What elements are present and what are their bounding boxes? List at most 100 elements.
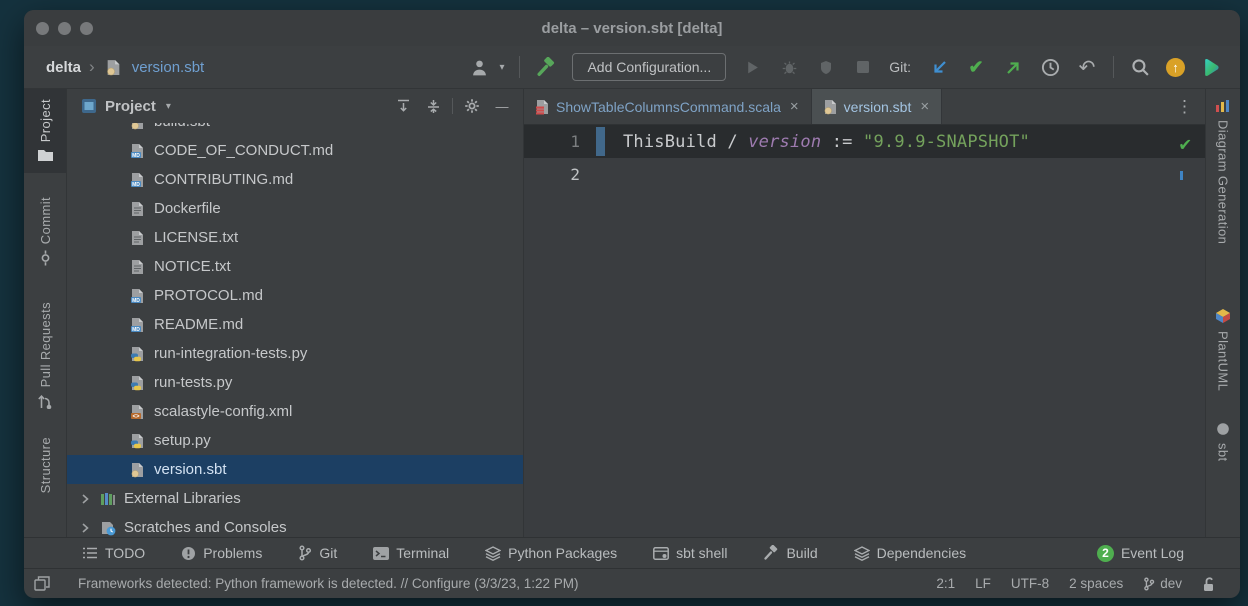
editor-tab-version-sbt[interactable]: version.sbt × (812, 89, 942, 124)
tree-item-external-libraries[interactable]: External Libraries (67, 484, 523, 513)
tree-item[interactable]: build.sbt (67, 123, 523, 136)
tree-item[interactable]: MD CODE_OF_CONDUCT.md (67, 136, 523, 165)
editor-line-2[interactable]: 2 (524, 158, 1205, 191)
breadcrumb-project[interactable]: delta (46, 59, 81, 76)
git-branch-icon (298, 545, 312, 561)
tree-item[interactable]: NOTICE.txt (67, 252, 523, 281)
tab-options-kebab-icon[interactable]: ⋮ (1164, 89, 1205, 124)
code-line[interactable]: ThisBuild / version := "9.9.9-SNAPSHOT" (605, 132, 1030, 152)
tree-item-label: NOTICE.txt (154, 258, 231, 275)
build-hammer-icon[interactable] (535, 56, 557, 78)
chevron-right-icon[interactable] (79, 494, 91, 504)
indent-widget[interactable]: 2 spaces (1069, 576, 1123, 591)
tool-button-python-packages[interactable]: Python Packages (485, 545, 617, 561)
tree-item[interactable]: run-integration-tests.py (67, 339, 523, 368)
writable-lock-icon[interactable] (1202, 576, 1216, 592)
tool-tab-diagram-generation[interactable]: Diagram Generation (1215, 99, 1231, 244)
tree-item-selected[interactable]: version.sbt (67, 455, 523, 484)
chevron-right-icon[interactable] (79, 523, 91, 533)
tree-item-label: README.md (154, 316, 243, 333)
search-everywhere-icon[interactable] (1129, 56, 1151, 78)
project-view-selector[interactable]: Project (105, 98, 156, 115)
editor-tab-label: version.sbt (844, 99, 912, 115)
tree-item[interactable]: LICENSE.txt (67, 223, 523, 252)
hide-panel-icon[interactable]: — (491, 95, 513, 117)
markdown-file-icon: MD (129, 317, 146, 333)
tool-tab-pull-requests[interactable]: Pull Requests (24, 292, 66, 418)
folder-icon (37, 148, 54, 163)
line-separator-widget[interactable]: LF (975, 576, 991, 591)
tree-item[interactable]: setup.py (67, 426, 523, 455)
tool-button-problems[interactable]: Problems (181, 545, 262, 561)
svg-text:MD: MD (132, 297, 140, 303)
run-with-coverage-button[interactable] (815, 56, 837, 78)
status-message[interactable]: Frameworks detected: Python framework is… (78, 576, 578, 591)
git-actions-label: Git: (889, 59, 911, 75)
tool-tab-plantuml[interactable]: PlantUML (1215, 308, 1231, 391)
tool-tab-project[interactable]: Project (24, 89, 66, 173)
user-profile-button[interactable] (468, 56, 490, 78)
tree-item-label: Scratches and Consoles (124, 519, 287, 536)
restore-tool-windows-icon[interactable] (34, 576, 50, 591)
tool-button-build[interactable]: Build (763, 545, 817, 561)
tree-item[interactable]: MD CONTRIBUTING.md (67, 165, 523, 194)
tool-button-sbt-shell[interactable]: sbt shell (653, 545, 727, 561)
collapse-all-icon[interactable] (422, 95, 444, 117)
git-rollback-icon[interactable]: ↶ (1076, 56, 1098, 78)
stop-button[interactable] (852, 56, 874, 78)
tool-button-label: sbt shell (676, 545, 727, 561)
libraries-icon (99, 491, 116, 507)
editor-line-1[interactable]: 1 ThisBuild / version := "9.9.9-SNAPSHOT… (524, 125, 1205, 158)
git-history-clock-icon[interactable] (1039, 56, 1061, 78)
git-commit-icon[interactable]: ✔ (965, 56, 987, 78)
tree-item[interactable]: run-tests.py (67, 368, 523, 397)
xml-file-icon: <> (129, 404, 146, 420)
titlebar: delta – version.sbt [delta] (24, 10, 1240, 46)
close-tab-icon[interactable]: × (920, 98, 929, 115)
tool-button-todo[interactable]: TODO (82, 545, 145, 561)
breadcrumb-file[interactable]: version.sbt (132, 59, 205, 76)
header-divider (452, 98, 453, 114)
tool-tab-label: Project (38, 99, 53, 142)
encoding-widget[interactable]: UTF-8 (1011, 576, 1049, 591)
code-token-keyword: version (748, 132, 821, 152)
tree-item-label: CODE_OF_CONDUCT.md (154, 142, 333, 159)
tree-item-scratches[interactable]: Scratches and Consoles (67, 513, 523, 537)
debug-button[interactable] (778, 56, 800, 78)
run-button[interactable] (741, 56, 763, 78)
tree-item[interactable]: MD PROTOCOL.md (67, 281, 523, 310)
tool-button-dependencies[interactable]: Dependencies (854, 545, 967, 561)
editor-body[interactable]: 1 ThisBuild / version := "9.9.9-SNAPSHOT… (524, 125, 1205, 537)
editor-tab-showtablecolumnscommand[interactable]: ShowTableColumnsCommand.scala × (524, 89, 812, 124)
tool-button-label: Git (319, 545, 337, 561)
scala-file-icon (536, 99, 549, 115)
git-branch-widget[interactable]: dev (1143, 576, 1182, 591)
code-with-me-icon[interactable] (1200, 56, 1222, 78)
inspections-ok-icon[interactable]: ✔ (1180, 133, 1191, 155)
tool-button-git[interactable]: Git (298, 545, 337, 561)
git-push-icon[interactable] (1002, 56, 1024, 78)
tool-button-terminal[interactable]: Terminal (373, 545, 449, 561)
text-file-icon (129, 201, 146, 217)
close-tab-icon[interactable]: × (790, 98, 799, 115)
tree-item[interactable]: Dockerfile (67, 194, 523, 223)
tree-item[interactable]: <> scalastyle-config.xml (67, 397, 523, 426)
tree-item[interactable]: MD README.md (67, 310, 523, 339)
line-number[interactable]: 2 (524, 165, 596, 184)
editor-tab-label: ShowTableColumnsCommand.scala (556, 99, 781, 115)
settings-gear-icon[interactable] (461, 95, 483, 117)
status-bar: Frameworks detected: Python framework is… (24, 568, 1240, 598)
tool-tab-sbt[interactable]: sbt (1216, 422, 1231, 462)
tree-item-label: run-tests.py (154, 374, 232, 391)
tool-tab-structure[interactable]: Structure (24, 427, 66, 503)
line-number[interactable]: 1 (524, 132, 596, 151)
update-available-icon[interactable]: ↑ (1166, 58, 1185, 77)
expand-all-icon[interactable] (392, 95, 414, 117)
tree-item-label: setup.py (154, 432, 211, 449)
tool-button-event-log[interactable]: 2 Event Log (1097, 545, 1184, 562)
project-view-dropdown-icon[interactable]: ▾ (166, 101, 171, 112)
add-configuration-button[interactable]: Add Configuration... (572, 53, 726, 81)
caret-position-widget[interactable]: 2:1 (936, 576, 955, 591)
tool-tab-commit[interactable]: Commit (24, 187, 66, 276)
git-update-project-icon[interactable] (928, 56, 950, 78)
